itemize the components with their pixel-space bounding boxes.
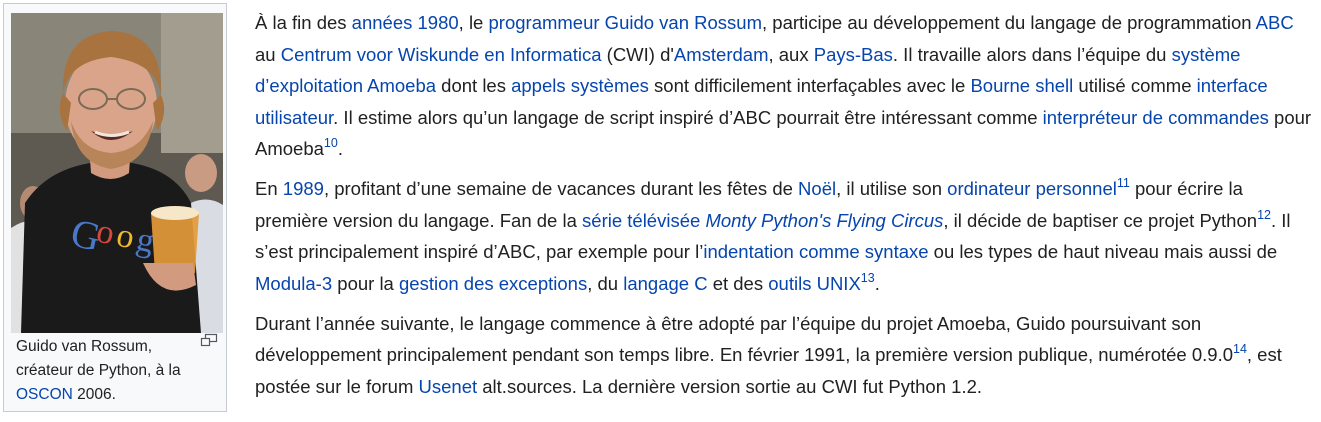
paragraph-text: et des <box>707 272 769 294</box>
paragraph-text: , du <box>587 272 624 294</box>
thumbnail-frame: G o o g Guido van Rossum, créateur de Py… <box>3 3 227 412</box>
article-link[interactable]: Centrum voor Wiskunde en Informatica <box>281 44 602 65</box>
reference-link[interactable]: 12 <box>1257 207 1271 221</box>
paragraph-text: . <box>337 138 343 159</box>
article-body: À la fin des années 1980, le programmeur… <box>255 7 1315 411</box>
paragraph-text: pour la <box>332 272 399 294</box>
image-caption: Guido van Rossum, créateur de Python, à … <box>16 335 200 407</box>
paragraph-text: , participe au développement du langage … <box>762 12 1256 33</box>
article-link[interactable]: outils UNIX <box>768 273 861 294</box>
article-link[interactable]: ordinateur personnel <box>947 178 1117 199</box>
caption-line-3-suffix: 2006. <box>72 386 116 403</box>
article-link[interactable]: appels systèmes <box>511 75 649 96</box>
paragraph-text: , il utilise son <box>836 178 948 199</box>
article-link[interactable]: indentation comme syntaxe <box>703 241 928 262</box>
paragraph-text: (CWI) d' <box>601 43 674 65</box>
paragraph-1: À la fin des années 1980, le programmeur… <box>255 7 1315 165</box>
paragraph-text: utilisé comme <box>1073 75 1197 96</box>
paragraph-text: À la fin des <box>255 12 352 33</box>
article-link[interactable]: Bourne shell <box>970 75 1073 96</box>
reference-link[interactable]: 11 <box>1117 176 1130 190</box>
paragraph-text: , profitant d’une semaine de vacances du… <box>323 178 799 199</box>
article-link[interactable]: 1989 <box>283 178 324 199</box>
reference-link[interactable]: 14 <box>1233 342 1247 356</box>
caption-link-oscon[interactable]: OSCON <box>16 386 73 403</box>
paragraph-text: . Il estime alors qu’un langage de scrip… <box>333 106 1043 128</box>
paragraph-text: ou les types de haut niveau mais aussi d… <box>928 241 1278 262</box>
paragraph-text: . Il travaille alors dans l’équipe du <box>892 43 1172 65</box>
article-link[interactable]: ABC <box>1256 12 1294 33</box>
article-link[interactable]: langage C <box>623 273 707 294</box>
paragraph-text: . <box>874 272 880 294</box>
article-link[interactable]: Monty Python's Flying Circus <box>705 210 943 231</box>
article-link[interactable]: interpréteur de commandes <box>1043 107 1269 128</box>
article-link[interactable]: Pays-Bas <box>814 44 893 65</box>
article-link[interactable]: gestion des exceptions <box>399 273 587 294</box>
paragraph-text: En <box>255 178 283 199</box>
paragraph-text: Durant l’année suivante, le langage comm… <box>255 312 1233 366</box>
paragraph-text: au <box>255 43 281 65</box>
paragraph-text: , le <box>458 12 489 33</box>
paragraph-text: , aux <box>768 43 814 65</box>
article-link[interactable]: Noël <box>798 178 836 199</box>
magnify-icon[interactable] <box>200 333 218 347</box>
reference-link[interactable]: 10 <box>324 136 338 150</box>
reference-sup: 12 <box>1257 207 1271 221</box>
article-link[interactable]: Usenet <box>419 376 478 397</box>
reference-sup: 11 <box>1117 176 1130 190</box>
caption-line-2: créateur de Python, à la <box>16 362 181 379</box>
reference-sup: 10 <box>324 136 338 150</box>
article-link[interactable]: série télévisée <box>582 210 705 231</box>
paragraph-text: alt.sources. La dernière version sortie … <box>477 375 983 397</box>
paragraph-text: dont les <box>436 75 512 96</box>
article-link[interactable]: années 1980 <box>352 12 459 33</box>
reference-link[interactable]: 13 <box>861 270 875 284</box>
article-link[interactable]: Amsterdam <box>674 44 769 65</box>
portrait-photo[interactable]: G o o g <box>11 13 223 333</box>
caption-line-1: Guido van Rossum, <box>16 338 153 355</box>
paragraph-text: , il décide de baptiser ce projet Python <box>943 209 1258 231</box>
paragraph-2: En 1989, profitant d’une semaine de vaca… <box>255 173 1315 299</box>
reference-sup: 14 <box>1233 342 1247 356</box>
paragraph-text: sont difficilement interfaçables avec le <box>648 75 971 96</box>
paragraph-3: Durant l’année suivante, le langage comm… <box>255 308 1315 403</box>
article-link[interactable]: Modula-3 <box>255 273 332 294</box>
article-link[interactable]: programmeur Guido van Rossum <box>489 12 763 33</box>
reference-sup: 13 <box>861 270 875 284</box>
